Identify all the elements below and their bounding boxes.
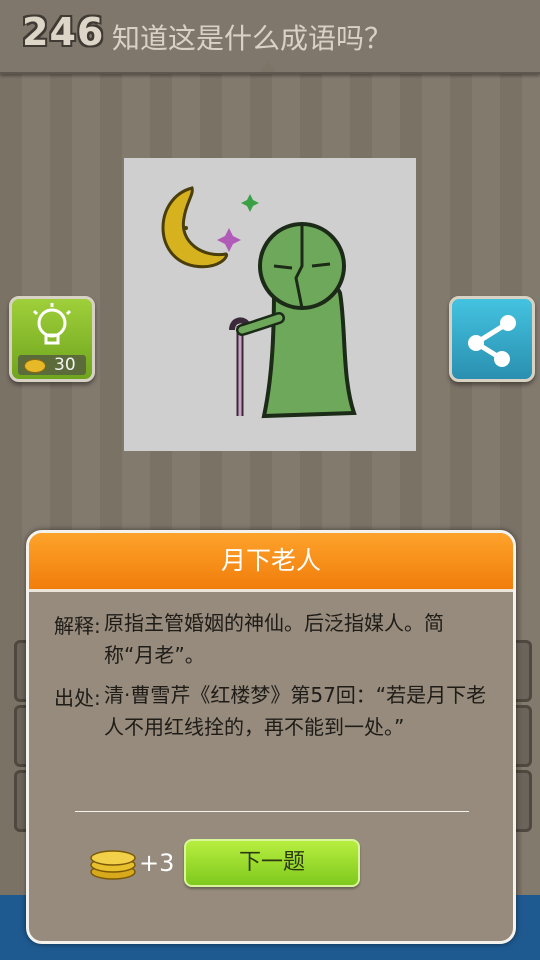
idiom-title: 月下老人 (220, 546, 321, 575)
coin-icon (24, 359, 46, 373)
explain-text: 原指主管婚姻的神仙。后泛指媒人。简称“月老”。 (104, 611, 444, 667)
question-title: 知道这是什么成语吗？ (112, 22, 393, 55)
divider (75, 811, 469, 812)
share-icon (468, 315, 516, 367)
hint-button[interactable]: 30 (9, 296, 95, 382)
source-text: 清·曹雪芹《红楼梦》第57回：“若是月下老人不用红线拴的，再不能到一处。” (104, 683, 487, 739)
source-label: 出处: (54, 686, 101, 710)
explain-label: 解释: (54, 614, 101, 638)
level-number: 246 (22, 10, 105, 54)
answer-dialog: 月下老人 解释: 原指主管婚姻的神仙。后泛指媒人。简称“月老”。 出处: 清·曹… (26, 530, 516, 944)
hint-cost: 30 (18, 355, 86, 375)
dialog-header: 月下老人 (29, 533, 513, 592)
lightbulb-icon (32, 303, 72, 345)
share-button[interactable] (449, 296, 535, 382)
moon-old-man-illustration (161, 186, 357, 419)
header-notch (259, 62, 277, 72)
next-question-button[interactable]: 下一题 (184, 839, 360, 887)
puzzle-image (124, 158, 416, 451)
reward-amount: +3 (139, 849, 175, 877)
hint-cost-value: 30 (54, 355, 76, 375)
coins-icon (90, 850, 136, 880)
